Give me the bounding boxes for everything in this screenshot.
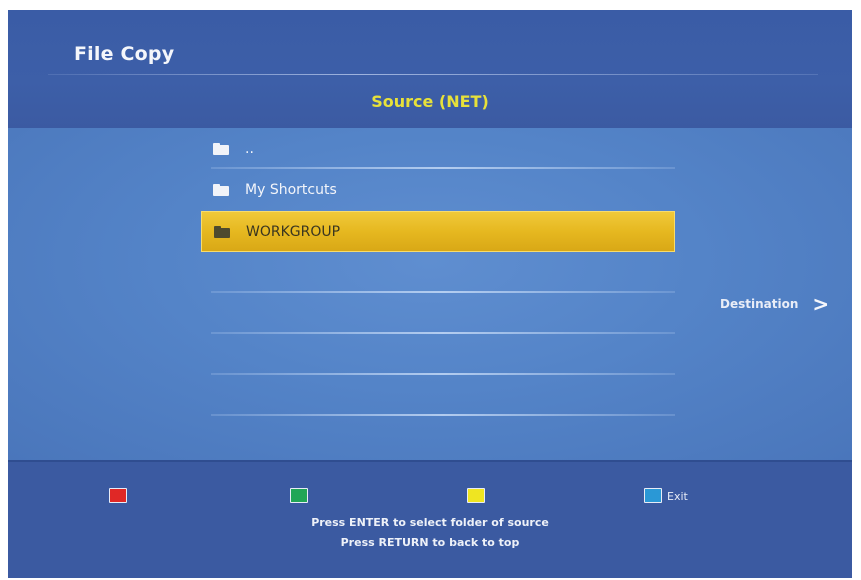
hint-enter: Press ENTER to select folder of source <box>311 516 549 529</box>
empty-row <box>201 334 675 375</box>
list-item-label: WORKGROUP <box>246 223 341 240</box>
source-list-panel: .. My Shortcuts WORKGROUP Destination > <box>8 128 852 460</box>
empty-row <box>201 375 675 416</box>
red-key-button[interactable] <box>109 488 127 503</box>
list-item-label: .. <box>245 140 254 157</box>
list-item-label: My Shortcuts <box>245 181 337 198</box>
footer: Exit Press ENTER to select folder of sou… <box>8 460 852 578</box>
blue-key-button[interactable] <box>644 488 662 503</box>
empty-row <box>201 293 675 334</box>
exit-label: Exit <box>667 490 688 503</box>
folder-icon <box>213 142 229 155</box>
list-item-parent[interactable]: .. <box>201 128 675 169</box>
chevron-right-icon: > <box>812 292 830 316</box>
destination-button[interactable]: Destination > <box>720 294 829 314</box>
list-item-my-shortcuts[interactable]: My Shortcuts <box>201 169 675 210</box>
empty-row <box>201 252 675 293</box>
hint-return: Press RETURN to back to top <box>340 536 520 549</box>
destination-label: Destination <box>720 297 799 311</box>
title-divider <box>48 74 818 75</box>
green-key-button[interactable] <box>290 488 308 503</box>
file-copy-screen: File Copy Source (NET) .. My Shortcuts W… <box>8 10 852 578</box>
row-divider <box>211 414 675 416</box>
footer-divider <box>8 460 852 462</box>
source-title: Source (NET) <box>371 92 489 111</box>
page-title: File Copy <box>74 43 175 65</box>
list-item-workgroup[interactable]: WORKGROUP <box>201 211 675 252</box>
folder-icon <box>213 183 229 196</box>
header: File Copy Source (NET) <box>8 10 852 130</box>
folder-list: .. My Shortcuts WORKGROUP <box>201 128 675 416</box>
folder-icon <box>214 225 230 238</box>
yellow-key-button[interactable] <box>467 488 485 503</box>
